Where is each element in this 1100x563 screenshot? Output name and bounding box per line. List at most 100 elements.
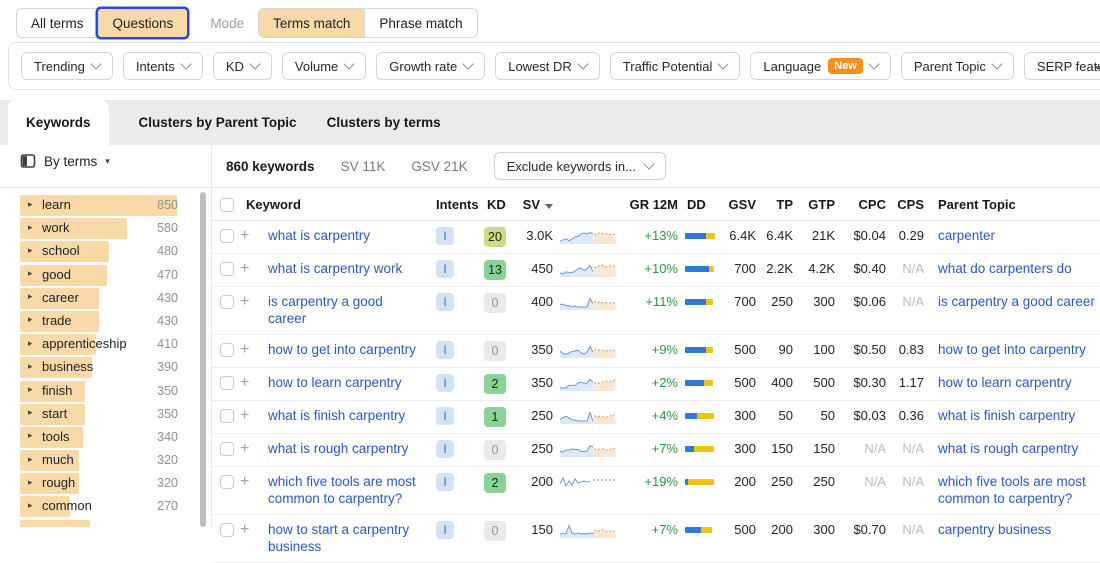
column-header-tp[interactable]: TP <box>756 197 794 212</box>
add-keyword-icon[interactable]: + <box>240 342 256 358</box>
sidebar-term-apprenticeship[interactable]: ▸apprenticeship410 <box>0 333 198 356</box>
column-header-keyword[interactable]: Keyword <box>234 197 424 212</box>
select-all-checkbox[interactable] <box>220 198 234 212</box>
add-keyword-icon[interactable]: + <box>240 294 256 310</box>
expand-arrow-icon[interactable]: ▸ <box>28 338 33 349</box>
row-checkbox[interactable] <box>220 343 234 357</box>
add-keyword-icon[interactable]: + <box>240 522 256 538</box>
sidebar-term-trade[interactable]: ▸trade430 <box>0 310 198 333</box>
parent-topic-link[interactable]: what do carpenters do <box>938 260 1072 277</box>
sidebar-term-learn[interactable]: ▸learn850 <box>0 194 198 217</box>
filter-trending[interactable]: Trending <box>21 52 113 80</box>
tab-clusters-by-parent-topic[interactable]: Clusters by Parent Topic <box>139 115 297 130</box>
filter-serp-features[interactable]: SERP features <box>1024 52 1100 80</box>
row-checkbox[interactable] <box>220 475 234 489</box>
sidebar-term-school[interactable]: ▸school480 <box>0 240 198 263</box>
sidebar-term-much[interactable]: ▸much320 <box>0 449 198 472</box>
keyword-link[interactable]: which five tools are most common to carp… <box>268 473 424 507</box>
row-checkbox[interactable] <box>220 409 234 423</box>
row-checkbox[interactable] <box>220 523 234 537</box>
sidebar-term-business[interactable]: ▸business390 <box>0 356 198 379</box>
intent-badge[interactable]: I <box>436 473 454 491</box>
intent-badge[interactable]: I <box>436 341 454 359</box>
keyword-link[interactable]: is carpentry a good career <box>268 293 424 327</box>
filter-parent-topic[interactable]: Parent Topic <box>901 52 1014 80</box>
add-keyword-icon[interactable]: + <box>240 441 256 457</box>
parent-topic-link[interactable]: which five tools are most common to carp… <box>938 473 1100 507</box>
expand-arrow-icon[interactable]: ▸ <box>28 245 33 256</box>
expand-arrow-icon[interactable]: ▸ <box>28 199 33 210</box>
match-terms-match[interactable]: Terms match <box>259 9 364 37</box>
sidebar-term-career[interactable]: ▸career430 <box>0 287 198 310</box>
expand-arrow-icon[interactable]: ▸ <box>28 500 33 511</box>
expand-arrow-icon[interactable]: ▸ <box>28 361 33 372</box>
intent-badge[interactable]: I <box>436 440 454 458</box>
expand-arrow-icon[interactable]: ▸ <box>28 314 33 325</box>
parent-topic-link[interactable]: is carpentry a good career <box>938 293 1095 310</box>
sidebar-term-good[interactable]: ▸good470 <box>0 264 198 287</box>
keyword-link[interactable]: what is rough carpentry <box>268 440 408 457</box>
expand-arrow-icon[interactable]: ▸ <box>28 291 33 302</box>
sidebar-term-common[interactable]: ▸common270 <box>0 495 198 518</box>
keyword-link[interactable]: how to start a carpentry business <box>268 521 424 555</box>
more-filters-icon[interactable] <box>1096 66 1100 69</box>
parent-topic-link[interactable]: how to get into carpentry <box>938 341 1086 358</box>
expand-arrow-icon[interactable]: ▸ <box>28 430 33 441</box>
row-checkbox[interactable] <box>220 376 234 390</box>
keyword-link[interactable]: how to learn carpentry <box>268 374 402 391</box>
sidebar-term-work[interactable]: ▸work580 <box>0 217 198 240</box>
add-keyword-icon[interactable]: + <box>240 261 256 277</box>
parent-topic-link[interactable]: what is rough carpentry <box>938 440 1078 457</box>
keyword-link[interactable]: what is carpentry work <box>268 260 402 277</box>
column-header-kd[interactable]: KD <box>470 197 520 212</box>
intent-badge[interactable]: I <box>436 227 454 245</box>
column-header-intents[interactable]: Intents <box>424 197 470 212</box>
expand-arrow-icon[interactable]: ▸ <box>28 454 33 465</box>
exclude-keywords-button[interactable]: Exclude keywords in... <box>494 152 666 180</box>
column-header-gtp[interactable]: GTP <box>794 197 836 212</box>
filter-growth-rate[interactable]: Growth rate <box>376 52 485 80</box>
match-phrase-match[interactable]: Phrase match <box>364 9 476 37</box>
parent-topic-link[interactable]: carpentry business <box>938 521 1051 538</box>
expand-arrow-icon[interactable]: ▸ <box>28 477 33 488</box>
row-checkbox[interactable] <box>220 262 234 276</box>
row-checkbox[interactable] <box>220 229 234 243</box>
intent-badge[interactable]: I <box>436 521 454 539</box>
filter-lowest-dr[interactable]: Lowest DR <box>495 52 600 80</box>
sidebar-term-tools[interactable]: ▸tools340 <box>0 426 198 449</box>
parent-topic-link[interactable]: carpenter <box>938 227 995 244</box>
scope-all-terms[interactable]: All terms <box>17 9 98 37</box>
expand-arrow-icon[interactable]: ▸ <box>28 384 33 395</box>
intent-badge[interactable]: I <box>436 260 454 278</box>
intent-badge[interactable]: I <box>436 374 454 392</box>
filter-intents[interactable]: Intents <box>123 52 203 80</box>
add-keyword-icon[interactable]: + <box>240 228 256 244</box>
filter-traffic-potential[interactable]: Traffic Potential <box>610 52 741 80</box>
add-keyword-icon[interactable]: + <box>240 408 256 424</box>
keyword-link[interactable]: what is carpentry <box>268 227 370 244</box>
add-keyword-icon[interactable]: + <box>240 375 256 391</box>
tab-keywords[interactable]: Keywords <box>8 100 109 145</box>
sidebar-term-start[interactable]: ▸start350 <box>0 403 198 426</box>
column-header-gr[interactable]: GR 12M <box>622 197 680 212</box>
filter-volume[interactable]: Volume <box>282 52 366 80</box>
row-checkbox[interactable] <box>220 295 234 309</box>
keyword-link[interactable]: what is finish carpentry <box>268 407 405 424</box>
view-switch[interactable]: By terms ▾ <box>20 153 110 169</box>
parent-topic-link[interactable]: what is finish carpentry <box>938 407 1075 424</box>
column-header-cps[interactable]: CPS <box>886 197 926 212</box>
column-header-sv[interactable]: SV <box>520 197 556 212</box>
sidebar-term-rough[interactable]: ▸rough320 <box>0 472 198 495</box>
row-checkbox[interactable] <box>220 442 234 456</box>
column-header-cpc[interactable]: CPC <box>836 197 886 212</box>
intent-badge[interactable]: I <box>436 293 454 311</box>
filter-language[interactable]: LanguageNew <box>750 52 890 80</box>
sidebar-scrollbar[interactable] <box>200 192 206 527</box>
intent-badge[interactable]: I <box>436 407 454 425</box>
filter-kd[interactable]: KD <box>213 52 272 80</box>
sidebar-term-finish[interactable]: ▸finish350 <box>0 380 198 403</box>
expand-arrow-icon[interactable]: ▸ <box>28 222 33 233</box>
add-keyword-icon[interactable]: + <box>240 474 256 490</box>
column-header-parent[interactable]: Parent Topic <box>926 197 1100 212</box>
column-header-dd[interactable]: DD <box>680 197 726 212</box>
